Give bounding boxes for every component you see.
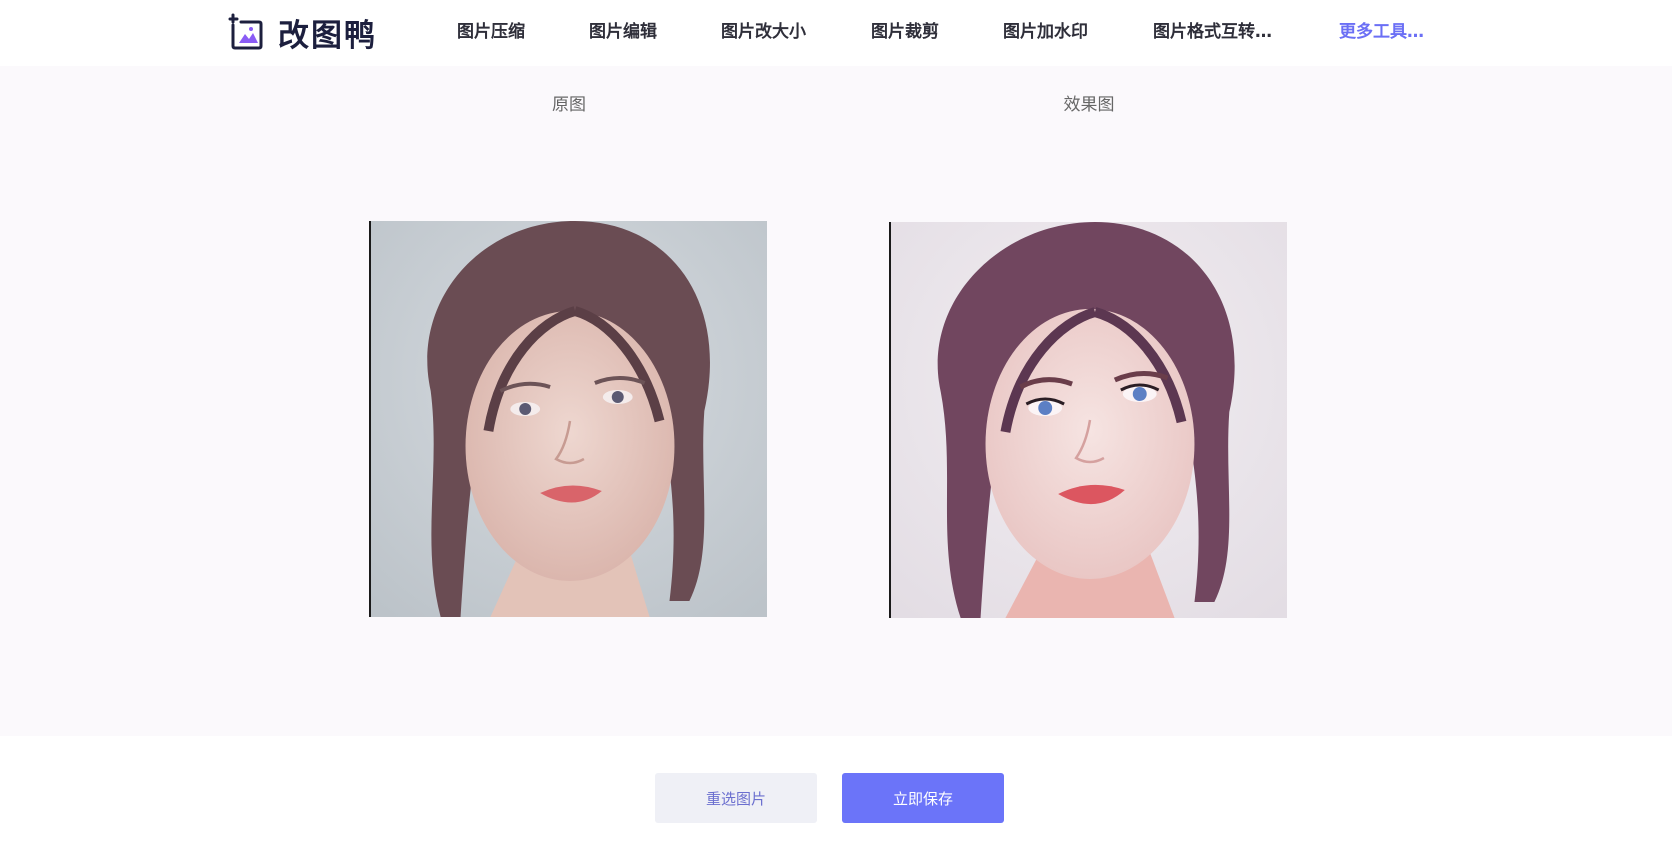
nav-more-tools[interactable]: 更多工具… <box>1339 20 1424 44</box>
reselect-image-button[interactable]: 重选图片 <box>655 773 817 823</box>
nav-image-resize[interactable]: 图片改大小 <box>721 20 806 44</box>
original-image <box>369 221 767 617</box>
nav-image-crop[interactable]: 图片裁剪 <box>871 20 939 44</box>
site-logo[interactable]: 改图鸭 <box>228 12 377 54</box>
picture-frame-icon <box>228 13 263 50</box>
save-now-button[interactable]: 立即保存 <box>842 773 1004 823</box>
result-image <box>889 222 1287 618</box>
result-caption: 效果图 <box>1063 95 1115 115</box>
nav-image-watermark[interactable]: 图片加水印 <box>1003 20 1088 44</box>
original-caption: 原图 <box>552 95 586 115</box>
nav-image-compress[interactable]: 图片压缩 <box>457 20 525 44</box>
nav-image-format-convert[interactable]: 图片格式互转… <box>1153 20 1272 44</box>
compare-stage: 原图 效果图 <box>0 66 1672 736</box>
logo-text: 改图鸭 <box>278 17 377 54</box>
top-header: 改图鸭 图片压缩 图片编辑 图片改大小 图片裁剪 图片加水印 图片格式互转… 更… <box>0 0 1672 66</box>
nav-image-edit[interactable]: 图片编辑 <box>589 20 657 44</box>
